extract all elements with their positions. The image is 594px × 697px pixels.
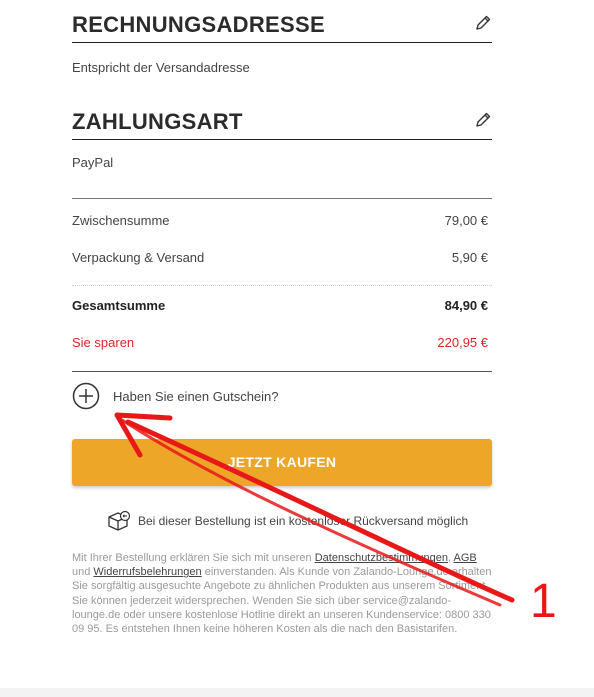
shipping-row: Verpackung & Versand 5,90 € <box>72 250 488 265</box>
return-box-icon <box>108 510 131 531</box>
return-note-text: Bei dieser Bestellung ist ein kostenlose… <box>138 514 469 528</box>
legal-text: Mit Ihrer Bestellung erklären Sie sich m… <box>72 551 492 636</box>
return-note: Bei dieser Bestellung ist ein kostenlose… <box>107 510 468 532</box>
billing-edit-button[interactable] <box>474 14 492 32</box>
total-value: 84,90 € <box>444 298 488 313</box>
plus-circle-icon[interactable] <box>72 382 100 410</box>
savings-row: Sie sparen 220,95 € <box>72 335 488 350</box>
summary-divider-bottom <box>72 371 492 372</box>
agb-link[interactable]: AGB <box>454 552 477 564</box>
buy-now-button[interactable]: JETZT KAUFEN <box>72 439 492 486</box>
total-label: Gesamtsumme <box>72 298 166 313</box>
payment-method: PayPal <box>72 155 114 170</box>
billing-title: RECHNUNGSADRESSE <box>72 12 325 37</box>
billing-text: Entspricht der Versandadresse <box>72 60 250 75</box>
shipping-value: 5,90 € <box>451 250 488 265</box>
pencil-icon[interactable] <box>474 14 492 32</box>
footer-strip <box>0 688 594 697</box>
coupon-toggle[interactable]: Haben Sie einen Gutschein? <box>72 382 279 410</box>
privacy-link[interactable]: Datenschutzbestimmungen <box>315 552 448 564</box>
coupon-label[interactable]: Haben Sie einen Gutschein? <box>113 389 279 404</box>
subtotal-row: Zwischensumme 79,00 € <box>72 213 488 228</box>
annotation-number: 1 <box>530 575 557 628</box>
payment-edit-button[interactable] <box>474 111 492 129</box>
summary-divider-dotted <box>72 285 492 286</box>
legal-part-1: Mit Ihrer Bestellung erklären Sie sich m… <box>72 552 315 564</box>
total-row: Gesamtsumme 84,90 € <box>72 298 488 313</box>
subtotal-label: Zwischensumme <box>72 213 170 228</box>
pencil-icon[interactable] <box>474 111 492 129</box>
legal-part-3: und <box>72 566 94 579</box>
billing-header: RECHNUNGSADRESSE <box>72 10 492 43</box>
subtotal-value: 79,00 € <box>444 213 488 228</box>
savings-value: 220,95 € <box>437 335 488 350</box>
payment-header: ZAHLUNGSART <box>72 107 492 140</box>
revocation-link[interactable]: Widerrufsbelehrungen <box>93 566 201 578</box>
savings-label: Sie sparen <box>72 335 135 350</box>
shipping-label: Verpackung & Versand <box>72 250 205 265</box>
payment-title: ZAHLUNGSART <box>72 109 243 134</box>
summary-divider-top <box>72 198 492 199</box>
